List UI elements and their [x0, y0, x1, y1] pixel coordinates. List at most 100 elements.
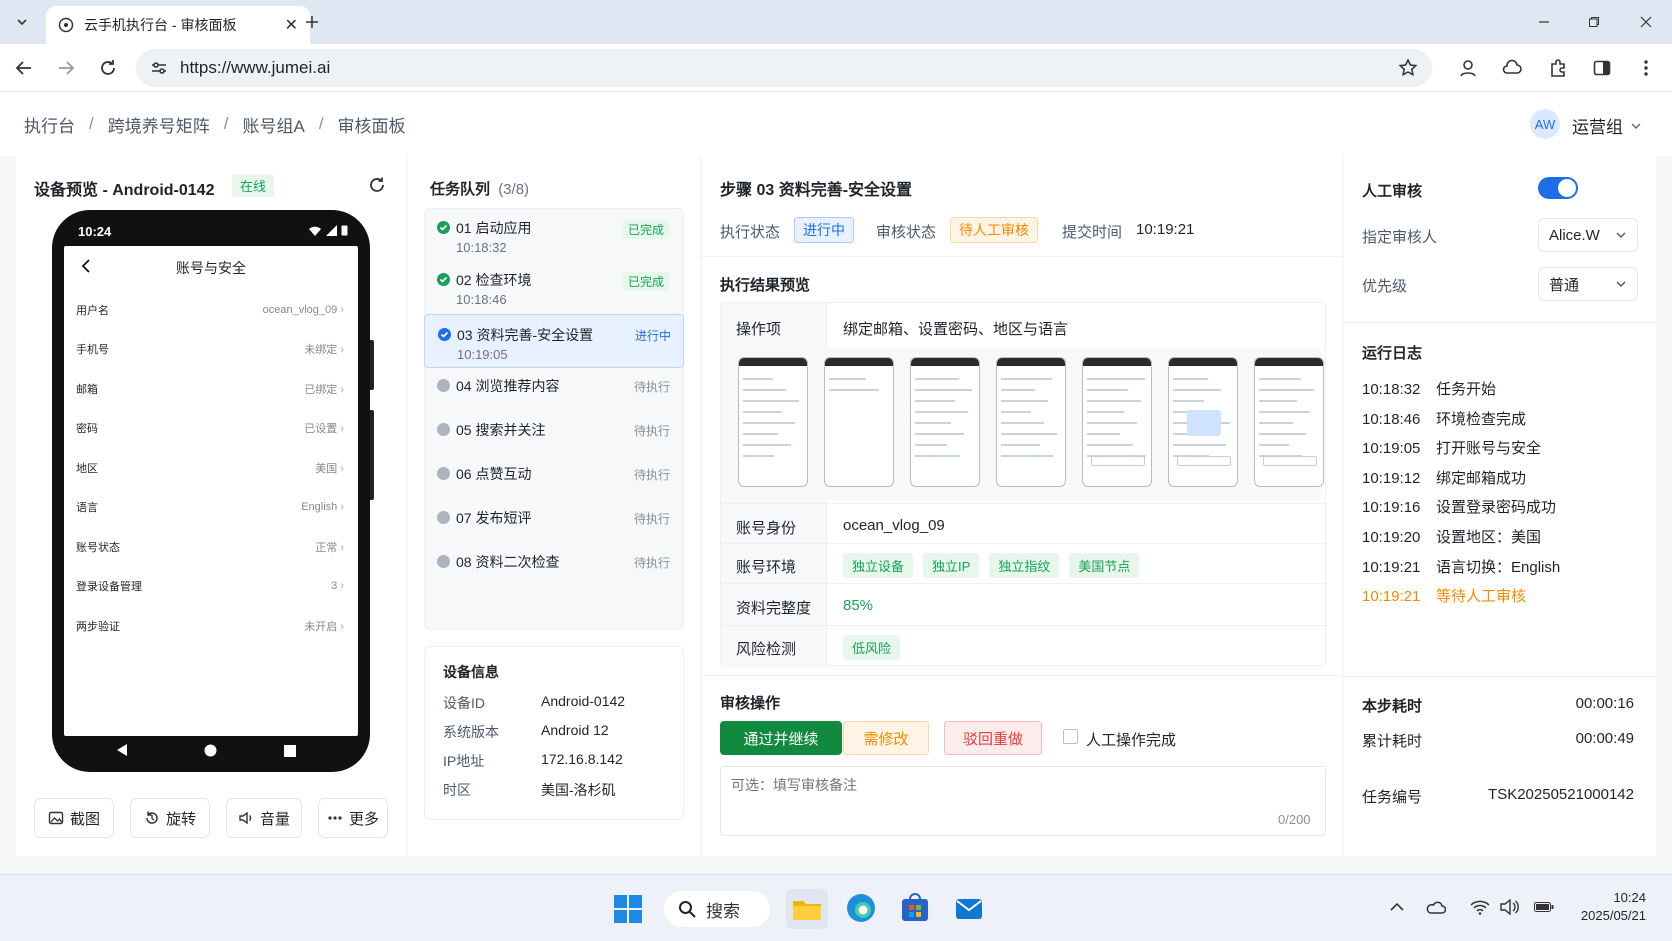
log-title: 运行日志 [1362, 345, 1423, 362]
phone-nav-back-icon[interactable] [116, 743, 128, 757]
tray-chevron-up-icon[interactable] [1390, 902, 1404, 912]
side-panel-icon[interactable] [1590, 56, 1614, 80]
phone-nav-recents-icon[interactable] [284, 745, 296, 757]
result-screenshot-thumbnail[interactable] [824, 357, 894, 487]
rotate-button[interactable]: 旋转 [130, 798, 210, 838]
manual-review-toggle[interactable] [1538, 177, 1578, 199]
more-button[interactable]: 更多 [318, 798, 388, 838]
refresh-icon[interactable] [368, 176, 386, 194]
breadcrumb-item[interactable]: 账号组A [242, 112, 304, 137]
reviewer-label: 指定审核人 [1362, 229, 1438, 246]
priority-select[interactable]: 普通 [1538, 267, 1638, 301]
chevron-down-icon [1615, 229, 1627, 241]
log-time: 10:19:20 [1362, 529, 1421, 546]
total-time-label: 累计耗时 [1362, 733, 1423, 750]
new-tab-icon[interactable] [300, 10, 324, 34]
phone-setting-row[interactable]: 地区 美国 › [64, 448, 358, 488]
reviewer-select[interactable]: Alice.W [1538, 218, 1638, 252]
minimize-icon[interactable] [1532, 10, 1556, 34]
result-screenshot-thumbnail[interactable] [1254, 357, 1324, 487]
site-settings-icon[interactable] [150, 59, 168, 77]
log-entry: 10:18:32 任务开始 [1362, 378, 1496, 399]
phone-setting-row[interactable]: 密码 已设置 › [64, 409, 358, 449]
result-screenshot-thumbnail[interactable] [1082, 357, 1152, 487]
avatar[interactable]: AW [1530, 109, 1560, 139]
phone-setting-row[interactable]: 登录设备管理 3 › [64, 567, 358, 607]
bookmark-star-icon[interactable] [1398, 58, 1418, 78]
group-name: 运营组 [1572, 118, 1623, 137]
task-item[interactable]: 07 发布短评 待执行 [426, 504, 682, 534]
close-tab-icon[interactable]: ✕ [285, 15, 298, 35]
battery-icon[interactable] [1534, 901, 1554, 913]
tray-clock[interactable]: 10:24 2025/05/21 [1570, 889, 1646, 925]
browser-menu-icon[interactable] [1634, 56, 1658, 80]
log-entry: 10:19:05 打开账号与安全 [1362, 437, 1541, 458]
url-text[interactable]: https://www.jumei.ai [180, 58, 330, 78]
phone-setting-row[interactable]: 语言 English › [64, 488, 358, 528]
tab-list-icon[interactable] [10, 10, 34, 34]
reload-icon[interactable] [96, 56, 120, 80]
forward-icon[interactable] [54, 56, 78, 80]
log-time: 10:18:32 [1362, 381, 1421, 398]
phone-setting-row[interactable]: 邮箱 已绑定 › [64, 369, 358, 409]
store-icon[interactable] [900, 893, 930, 923]
wifi-icon[interactable] [1470, 899, 1490, 915]
task-item[interactable]: 04 浏览推荐内容 待执行 [426, 372, 682, 402]
browser-tab[interactable]: 云手机执行台 - 审核面板 ✕ [46, 6, 310, 44]
task-item[interactable]: 08 资料二次检查 待执行 [426, 548, 682, 578]
task-queue-count: (3/8) [498, 181, 530, 198]
phone-setting-row[interactable]: 用户名 ocean_vlog_09 › [64, 290, 358, 330]
extension-cloud-icon[interactable] [1500, 56, 1524, 80]
task-item[interactable]: 02 检查环境 10:18:46 已完成 [426, 266, 682, 316]
group-switcher[interactable]: 运营组 [1572, 113, 1641, 138]
task-item[interactable]: 03 资料完善-安全设置 10:19:05 进行中 [424, 314, 684, 368]
url-bar[interactable]: https://www.jumei.ai [136, 49, 1432, 87]
edge-browser-icon[interactable] [846, 893, 876, 923]
phone-screen[interactable]: 账号与安全 用户名 ocean_vlog_09 › 手机号 未绑定 › 邮箱 已绑定 › 密… [64, 246, 358, 736]
device-info-row: 设备ID Android-0142 [443, 693, 625, 713]
profile-icon[interactable] [1456, 56, 1480, 80]
extensions-puzzle-icon[interactable] [1546, 56, 1570, 80]
exec-status-badge: 进行中 [794, 217, 854, 243]
taskbar-search[interactable]: 搜索 [664, 891, 770, 927]
breadcrumb-item[interactable]: 执行台 [24, 112, 75, 137]
file-explorer-icon[interactable] [786, 889, 828, 929]
approve-button[interactable]: 通过并继续 [720, 721, 842, 755]
screenshot-button[interactable]: 截图 [34, 798, 114, 838]
task-status-icon [437, 467, 450, 480]
needs-modify-button[interactable]: 需修改 [843, 721, 929, 755]
volume-icon[interactable] [1500, 899, 1520, 915]
identity-label: 账号身份 [736, 520, 797, 537]
mail-icon[interactable] [954, 893, 984, 923]
task-item[interactable]: 01 启动应用 10:18:32 已完成 [426, 214, 682, 264]
review-status-badge: 待人工审核 [950, 217, 1038, 243]
phone-setting-row[interactable]: 手机号 未绑定 › [64, 330, 358, 370]
reject-button[interactable]: 驳回重做 [944, 721, 1042, 755]
phone-back-icon[interactable] [80, 258, 92, 274]
task-time: 10:18:32 [456, 240, 507, 255]
phone-setting-row[interactable]: 两步验证 未开启 › [64, 606, 358, 646]
result-screenshot-thumbnail[interactable] [1168, 357, 1238, 487]
restore-icon[interactable] [1582, 10, 1606, 34]
result-screenshot-thumbnail[interactable] [910, 357, 980, 487]
phone-setting-row[interactable]: 账号状态 正常 › [64, 527, 358, 567]
volume-button[interactable]: 音量 [226, 798, 302, 838]
windows-start-icon[interactable] [614, 895, 642, 923]
close-window-icon[interactable] [1634, 10, 1658, 34]
result-screenshot-thumbnail[interactable] [996, 357, 1066, 487]
breadcrumb-item[interactable]: 跨境养号矩阵 [108, 112, 210, 137]
task-item[interactable]: 05 搜索并关注 待执行 [426, 416, 682, 446]
onedrive-cloud-icon[interactable] [1426, 899, 1446, 915]
result-screenshot-thumbnail[interactable] [738, 357, 808, 487]
priority-label: 优先级 [1362, 278, 1408, 295]
task-name: 05 搜索并关注 [456, 422, 546, 438]
device-info-label: 系统版本 [443, 724, 499, 740]
review-note-input[interactable] [720, 766, 1326, 836]
manual-done-checkbox[interactable] [1063, 729, 1078, 744]
task-item[interactable]: 06 点赞互动 待执行 [426, 460, 682, 490]
os-taskbar: 搜索 10:24 2025/05/21 [0, 874, 1672, 941]
back-icon[interactable] [12, 56, 36, 80]
log-entry: 10:19:16 设置登录密码成功 [1362, 496, 1556, 517]
phone-nav-home-icon[interactable] [204, 744, 217, 757]
log-entry: 10:19:21 语言切换：English [1362, 556, 1560, 577]
